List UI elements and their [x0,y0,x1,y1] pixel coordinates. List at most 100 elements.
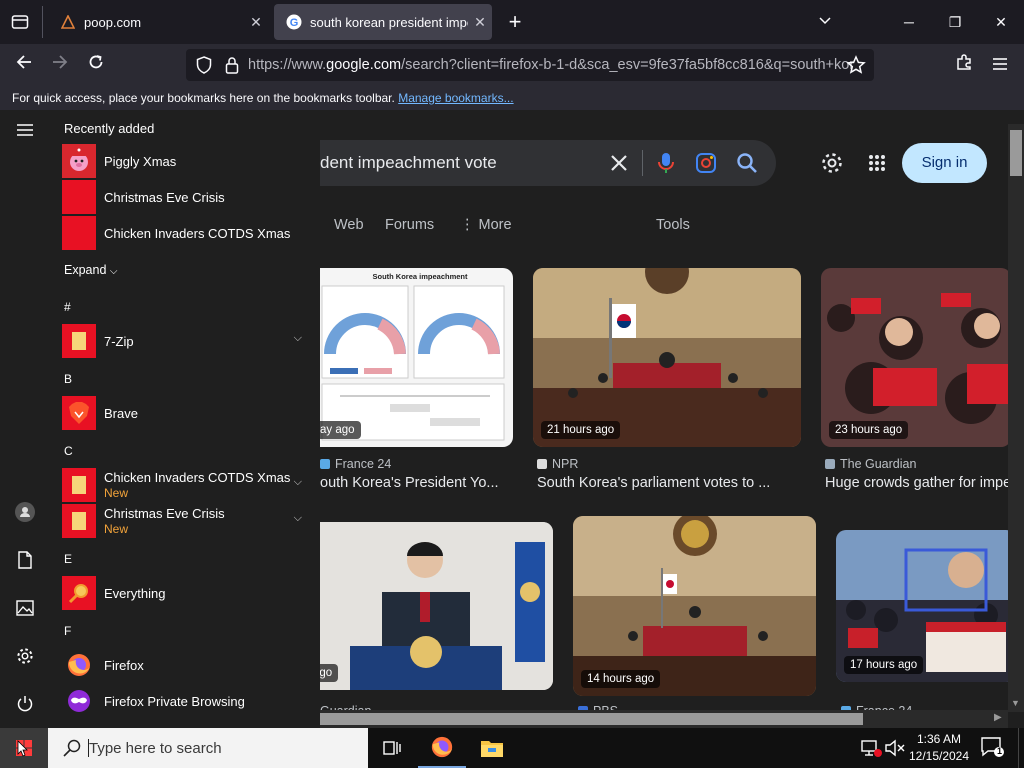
tab-web[interactable]: Web [334,217,364,233]
minimize-icon[interactable]: ─ [894,8,924,36]
taskbar-firefox-icon[interactable] [418,728,466,768]
app-piggly-xmas[interactable]: Piggly Xmas [62,144,310,178]
app-everything[interactable]: Everything [62,576,310,610]
result-source[interactable]: NPR [537,457,578,471]
task-view-icon[interactable] [368,728,416,768]
back-icon[interactable] [10,52,38,78]
app-firefox-private[interactable]: Firefox Private Browsing [62,684,310,718]
google-search-box[interactable]: dent impeachment vote [290,140,776,186]
tab-title: south korean president impeac [310,14,468,30]
result-thumbnail-2[interactable]: 21 hours ago [533,268,801,447]
taskbar-search-box[interactable]: Type here to search [48,728,368,768]
window-close-icon[interactable]: ✕ [986,8,1016,36]
settings-gear-icon[interactable] [820,151,844,175]
group-letter[interactable]: B [64,372,72,386]
bookmark-star-icon[interactable] [846,55,866,75]
result-source[interactable]: France 24 [320,457,391,471]
system-clock[interactable]: 1:36 AM 12/15/2024 [906,731,972,765]
list-all-tabs-icon[interactable] [810,8,840,36]
settings-icon[interactable] [13,644,37,668]
start-button[interactable] [0,728,48,768]
show-desktop-button[interactable] [1018,728,1024,768]
app-firefox[interactable]: Firefox [62,648,310,682]
result-caption[interactable]: Huge crowds gather for impea [825,475,1010,491]
app-chicken-invaders-cotds[interactable]: Chicken Invaders COTDS Xmas New ⌵ [62,468,310,502]
action-center-icon[interactable]: 1 [980,736,1008,760]
more-menu[interactable]: ⋮ More [460,217,512,233]
result-thumbnail-4[interactable]: y ago [290,522,553,690]
new-tab-icon[interactable]: + [504,10,526,34]
chevron-down-icon: ⌵ [109,266,118,277]
pictures-icon[interactable] [13,596,37,620]
documents-icon[interactable] [13,548,37,572]
tab-poop[interactable]: poop.com ✕ [48,4,268,40]
voice-search-icon[interactable] [656,151,676,175]
new-badge: New [104,522,129,536]
chicken-invaders-icon [62,216,96,250]
result-source[interactable]: The Guardian [825,457,916,471]
clock-date: 12/15/2024 [908,749,970,763]
tools-button[interactable]: Tools [656,217,690,233]
extensions-icon[interactable] [950,52,978,78]
file-explorer-icon[interactable] [468,728,516,768]
lens-search-icon[interactable] [694,151,718,175]
search-submit-icon[interactable] [736,152,758,174]
chevron-down-icon[interactable]: ⌵ [294,512,302,525]
close-tab-icon[interactable]: ✕ [468,14,492,31]
search-query-text[interactable]: dent impeachment vote [320,153,497,173]
app-7zip[interactable]: 7-Zip ⌵ [62,324,310,358]
scroll-down-arrow-icon[interactable]: ▼ [1011,698,1020,708]
result-caption[interactable]: South Korea's parliament votes to ... [537,475,801,491]
notification-count: 1 [996,746,1002,756]
chevron-down-icon[interactable]: ⌵ [294,332,302,345]
tab-list-icon[interactable] [10,12,30,32]
restore-icon[interactable]: ❐ [940,8,970,36]
app-christmas-eve-crisis[interactable]: Christmas Eve Crisis [62,180,310,214]
result-caption[interactable]: outh Korea's President Yo... [320,475,512,491]
volume-muted-icon[interactable] [884,738,906,758]
search-divider [642,150,643,176]
navigation-toolbar: https://www.google.com/search?client=fir… [0,44,1024,86]
group-letter[interactable]: F [64,624,71,638]
scroll-right-arrow-icon[interactable]: ▶ [994,712,1002,723]
address-bar[interactable]: https://www.google.com/search?client=fir… [186,49,874,81]
group-letter[interactable]: E [64,552,72,566]
network-icon[interactable] [860,738,882,758]
forward-icon[interactable] [46,52,74,78]
bookmarks-toolbar: For quick access, place your bookmarks h… [0,86,1024,110]
google-apps-icon[interactable] [868,154,886,172]
url-text: https://www.google.com/search?client=fir… [248,57,853,73]
shield-icon[interactable] [194,55,214,75]
clear-search-icon[interactable] [608,152,630,174]
power-icon[interactable] [13,692,37,716]
lock-icon[interactable] [224,55,240,75]
manage-bookmarks-link[interactable]: Manage bookmarks... [398,91,513,105]
group-letter[interactable]: C [64,444,73,458]
recently-added-header: Recently added [64,121,155,136]
app-christmas-eve-crisis-folder[interactable]: Christmas Eve Crisis New ⌵ [62,504,310,538]
chevron-down-icon[interactable]: ⌵ [294,476,302,489]
app-menu-icon[interactable] [986,52,1014,78]
reload-icon[interactable] [82,52,110,78]
result-age: 17 hours ago [844,656,924,674]
vertical-scroll-thumb[interactable] [1010,130,1022,176]
horizontal-scrollbar[interactable]: ▶ [320,710,1008,728]
app-brave[interactable]: Brave [62,396,310,430]
result-thumbnail-5[interactable]: 14 hours ago [573,516,816,696]
close-tab-icon[interactable]: ✕ [244,14,268,31]
result-thumbnail-3[interactable]: 23 hours ago [821,268,1011,447]
start-menu-rail [0,110,50,728]
result-thumbnail-1[interactable]: South Korea impeachment a day ago [290,268,513,447]
tab-google-search[interactable]: G south korean president impeac ✕ [274,4,492,40]
poop-favicon-icon [60,14,76,30]
sign-in-button[interactable]: Sign in [902,143,987,183]
hamburger-menu-icon[interactable] [13,118,37,142]
user-avatar-icon[interactable] [13,500,37,524]
group-letter[interactable]: # [64,300,71,314]
vertical-scrollbar[interactable]: ▼ [1008,124,1024,712]
tab-forums[interactable]: Forums [385,217,434,233]
expand-button[interactable]: Expand ⌵ [64,263,117,277]
app-chicken-invaders[interactable]: Chicken Invaders COTDS Xmas [62,216,310,250]
result-thumbnail-6[interactable]: 17 hours ago [836,530,1016,682]
horizontal-scroll-thumb[interactable] [320,713,863,725]
